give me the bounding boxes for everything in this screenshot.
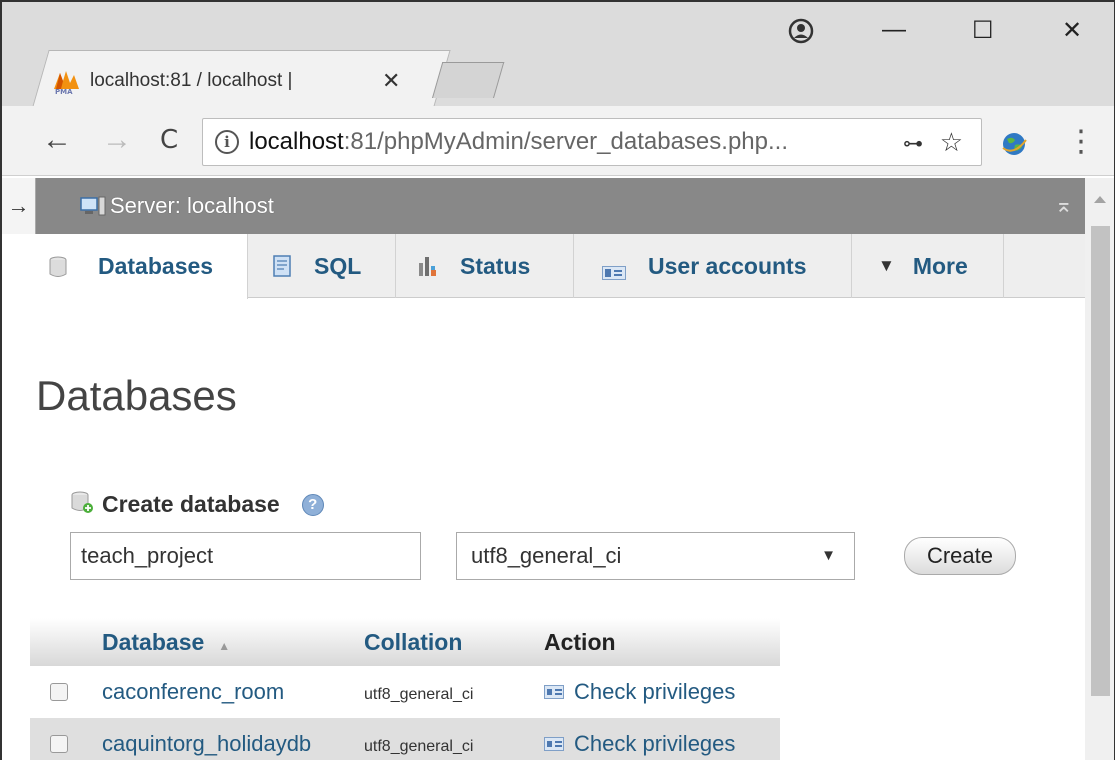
dropdown-caret-icon: ▼ — [821, 547, 836, 564]
back-button[interactable]: ← — [42, 120, 72, 160]
check-privileges-label: Check privileges — [574, 731, 736, 756]
server-breadcrumb-bar: → Server: localhost ⌅ — [2, 178, 1085, 234]
page-title: Databases — [36, 372, 237, 419]
scroll-up-arrow-icon[interactable] — [1094, 196, 1106, 203]
row-checkbox[interactable] — [50, 683, 68, 701]
tab-databases[interactable]: Databases — [2, 234, 248, 299]
privileges-icon — [544, 737, 564, 751]
key-icon[interactable]: ⊶ — [903, 131, 923, 156]
create-button[interactable]: Create — [904, 537, 1016, 575]
tab-more[interactable]: ▼ More — [852, 234, 1004, 298]
row-checkbox[interactable] — [50, 735, 68, 753]
page-scrollbar[interactable] — [1085, 178, 1114, 760]
scroll-thumb[interactable] — [1091, 226, 1110, 696]
tab-label: More — [912, 252, 968, 279]
database-name-link[interactable]: caconferenc_room — [102, 679, 284, 704]
tab-label: User accounts — [648, 252, 807, 279]
check-privileges-link[interactable]: Check privileges — [544, 731, 774, 757]
tab-user-accounts[interactable]: User accounts — [574, 234, 852, 298]
row-collation: utf8_general_ci — [364, 738, 474, 755]
table-header-row: Database ▲ Collation Action — [30, 618, 780, 666]
title-bar: PMA localhost:81 / localhost | ✕ — ☐ ✕ — [2, 2, 1114, 108]
url-path: :81/phpMyAdmin/server_databases.php... — [343, 128, 788, 155]
privileges-icon — [544, 685, 564, 699]
database-column-header[interactable]: Database ▲ — [96, 618, 358, 666]
reload-button[interactable]: C — [160, 120, 178, 160]
server-link[interactable]: Server: localhost — [110, 193, 274, 219]
minimize-button[interactable]: — — [882, 16, 906, 44]
table-row: caquintorg_holidaydb utf8_general_ci Che… — [30, 718, 780, 760]
main-tabs: Databases SQL Status User accounts ▼ Mor… — [2, 234, 1085, 299]
more-caret-icon: ▼ — [878, 256, 895, 275]
tab-title: localhost:81 / localhost | — [90, 70, 293, 91]
scroll-top-icon[interactable]: ⌅ — [1055, 192, 1073, 218]
create-database-heading: Create database ? — [70, 490, 324, 519]
address-bar[interactable]: i localhost :81/phpMyAdmin/server_databa… — [202, 118, 982, 166]
create-database-icon — [70, 490, 94, 519]
close-window-button[interactable]: ✕ — [1062, 16, 1082, 45]
sort-ascending-icon: ▲ — [218, 638, 231, 653]
databases-table: Database ▲ Collation Action caconferenc_r… — [30, 618, 780, 760]
forward-button[interactable]: → — [102, 120, 132, 160]
create-database-label: Create database — [102, 491, 280, 517]
new-tab-button[interactable] — [432, 62, 505, 98]
account-icon[interactable] — [788, 18, 814, 44]
sql-icon — [272, 255, 292, 277]
collation-selected: utf8_general_ci — [471, 543, 622, 568]
help-icon[interactable]: ? — [301, 493, 324, 516]
bookmark-star-icon[interactable]: ☆ — [940, 127, 963, 158]
database-name-input[interactable] — [70, 532, 421, 580]
tab-label: SQL — [314, 252, 362, 279]
browser-menu-icon[interactable]: ⋮ — [1066, 124, 1096, 159]
tab-status[interactable]: Status — [396, 234, 574, 298]
server-icon — [80, 196, 106, 216]
action-column-header: Action — [538, 618, 780, 666]
svg-text:PMA: PMA — [55, 88, 73, 95]
row-collation: utf8_general_ci — [364, 686, 474, 703]
tab-sql[interactable]: SQL — [248, 234, 396, 298]
maximize-button[interactable]: ☐ — [972, 16, 994, 45]
collation-column-header[interactable]: Collation — [358, 618, 538, 666]
tab-label: Databases — [98, 253, 214, 279]
tab-label: Status — [460, 252, 531, 279]
database-header-label: Database — [102, 628, 205, 655]
table-row: caconferenc_room utf8_general_ci Check p… — [30, 666, 780, 718]
select-column-header — [30, 618, 96, 666]
check-privileges-label: Check privileges — [574, 679, 736, 704]
check-privileges-link[interactable]: Check privileges — [544, 679, 774, 705]
extension-globe-icon[interactable] — [1000, 130, 1028, 158]
url-host: localhost — [249, 128, 344, 155]
database-name-link[interactable]: caquintorg_holidaydb — [102, 731, 311, 756]
browser-window: PMA localhost:81 / localhost | ✕ — ☐ ✕ ←… — [0, 0, 1115, 760]
browser-toolbar: ← → C i localhost :81/phpMyAdmin/server_… — [2, 106, 1114, 176]
collation-select[interactable]: utf8_general_ci ▼ — [456, 532, 855, 580]
navigation-toggle-icon[interactable]: → — [2, 178, 36, 234]
browser-tab-content[interactable]: PMA localhost:81 / localhost | ✕ — [52, 57, 422, 105]
phpmyadmin-favicon-icon: PMA — [52, 67, 82, 96]
site-info-icon[interactable]: i — [215, 130, 239, 154]
database-icon — [48, 256, 68, 278]
user-accounts-icon — [602, 259, 626, 280]
tab-close-icon[interactable]: ✕ — [382, 68, 400, 94]
status-chart-icon — [418, 255, 438, 277]
